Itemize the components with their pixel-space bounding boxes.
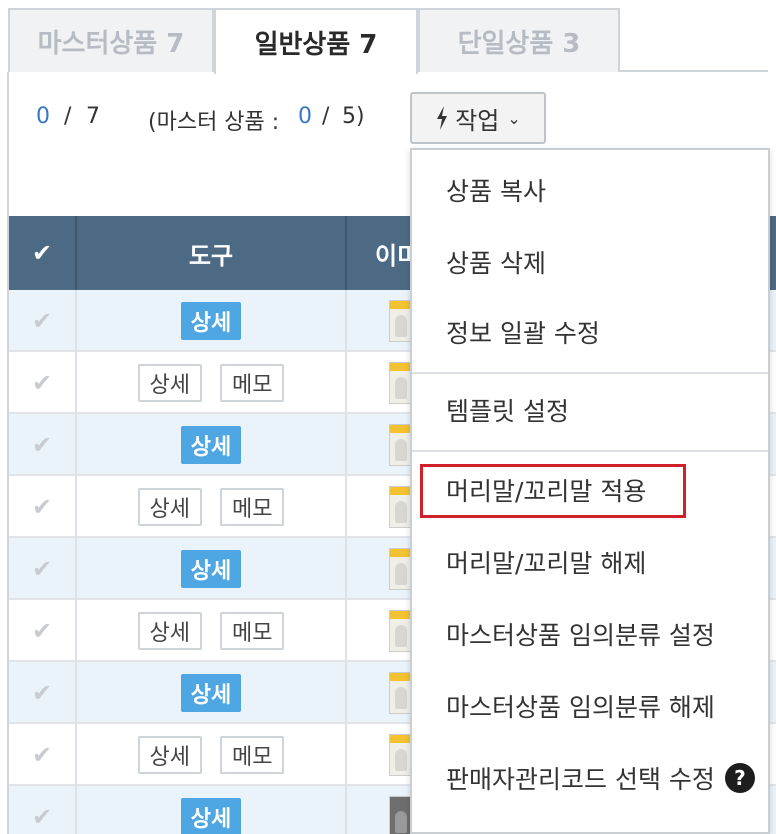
row-tools: 상세 — [77, 290, 347, 352]
row-tools: 상세 메모 — [77, 352, 347, 414]
help-icon[interactable]: ? — [724, 763, 755, 793]
select-all-checkbox[interactable]: ✔ — [9, 216, 77, 290]
product-thumbnail[interactable] — [389, 548, 411, 590]
detail-button[interactable]: 상세 — [180, 798, 242, 834]
detail-button[interactable]: 상세 — [137, 488, 202, 526]
tab-single-products[interactable]: 단일상품 3 — [418, 8, 620, 72]
master-count-label: (마스터 상품 : — [148, 110, 280, 135]
memo-button[interactable]: 메모 — [220, 736, 285, 774]
lightning-icon — [437, 106, 448, 130]
row-tools: 상세 — [77, 538, 347, 600]
detail-button[interactable]: 상세 — [137, 364, 202, 402]
row-checkbox[interactable]: ✔ — [9, 600, 77, 662]
row-tools: 상세 — [77, 786, 347, 834]
row-tools: 상세 메모 — [77, 600, 347, 662]
master-count-close: ) — [356, 104, 365, 129]
row-checkbox[interactable]: ✔ — [9, 662, 77, 724]
selected-count: 0 — [36, 104, 50, 129]
menu-item-copy-product[interactable]: 상품 복사 — [412, 160, 768, 220]
product-thumbnail[interactable] — [389, 610, 411, 652]
row-checkbox[interactable]: ✔ — [9, 538, 77, 600]
memo-button[interactable]: 메모 — [220, 488, 285, 526]
row-checkbox[interactable]: ✔ — [9, 476, 77, 538]
product-thumbnail[interactable] — [389, 796, 411, 834]
menu-item-bulk-edit[interactable]: 정보 일괄 수정 — [412, 302, 768, 362]
row-checkbox[interactable]: ✔ — [9, 724, 77, 786]
row-tools: 상세 — [77, 662, 347, 724]
product-thumbnail[interactable] — [389, 424, 411, 466]
memo-button[interactable]: 메모 — [220, 612, 285, 650]
product-thumbnail[interactable] — [389, 734, 411, 776]
row-tools: 상세 — [77, 414, 347, 476]
menu-item-edit-seller-code[interactable]: 판매자관리코드 선택 수정 ? — [412, 748, 768, 808]
count-separator: / — [64, 104, 72, 129]
tab-general-products[interactable]: 일반상품 7 — [214, 8, 418, 74]
total-count: 7 — [86, 104, 100, 129]
product-thumbnail[interactable] — [389, 672, 411, 714]
menu-item-template-settings[interactable]: 템플릿 설정 — [412, 380, 768, 440]
product-thumbnail[interactable] — [389, 362, 411, 404]
menu-item-unset-master-category[interactable]: 마스터상품 임의분류 해제 — [412, 676, 768, 736]
menu-item-delete-product[interactable]: 상품 삭제 — [412, 232, 768, 292]
menu-item-set-master-category[interactable]: 마스터상품 임의분류 설정 — [412, 604, 768, 664]
detail-button[interactable]: 상세 — [137, 612, 202, 650]
master-total-count: 5 — [342, 104, 356, 129]
detail-button[interactable]: 상세 — [180, 674, 242, 712]
memo-button[interactable]: 메모 — [220, 364, 285, 402]
detail-button[interactable]: 상세 — [180, 426, 242, 464]
detail-button[interactable]: 상세 — [137, 736, 202, 774]
product-tabs: 마스터상품 7 일반상품 7 단일상품 3 — [8, 8, 768, 74]
product-thumbnail[interactable] — [389, 486, 411, 528]
menu-item-apply-header-footer[interactable]: 머리말/꼬리말 적용 — [412, 460, 768, 520]
row-checkbox[interactable]: ✔ — [9, 414, 77, 476]
master-selected-count: 0 — [298, 104, 312, 129]
menu-item-remove-header-footer[interactable]: 머리말/꼬리말 해제 — [412, 532, 768, 592]
row-tools: 상세 메모 — [77, 476, 347, 538]
header-tools: 도구 — [77, 216, 347, 290]
row-checkbox[interactable]: ✔ — [9, 352, 77, 414]
menu-item-label: 판매자관리코드 선택 수정 — [446, 765, 715, 794]
menu-divider — [412, 450, 768, 452]
row-tools: 상세 메모 — [77, 724, 347, 786]
work-dropdown-button[interactable]: 작업 ⌄ — [410, 92, 546, 144]
tab-master-products[interactable]: 마스터상품 7 — [8, 8, 214, 72]
product-thumbnail[interactable] — [389, 300, 411, 342]
work-dropdown-menu: 상품 복사 상품 삭제 정보 일괄 수정 템플릿 설정 머리말/꼬리말 적용 머… — [410, 148, 770, 834]
row-checkbox[interactable]: ✔ — [9, 786, 77, 834]
menu-divider — [412, 372, 768, 374]
master-count-separator: / — [322, 104, 330, 129]
detail-button[interactable]: 상세 — [180, 550, 242, 588]
detail-button[interactable]: 상세 — [180, 302, 242, 340]
chevron-down-icon: ⌄ — [507, 108, 521, 128]
row-checkbox[interactable]: ✔ — [9, 290, 77, 352]
work-button-label: 작업 — [455, 106, 500, 135]
